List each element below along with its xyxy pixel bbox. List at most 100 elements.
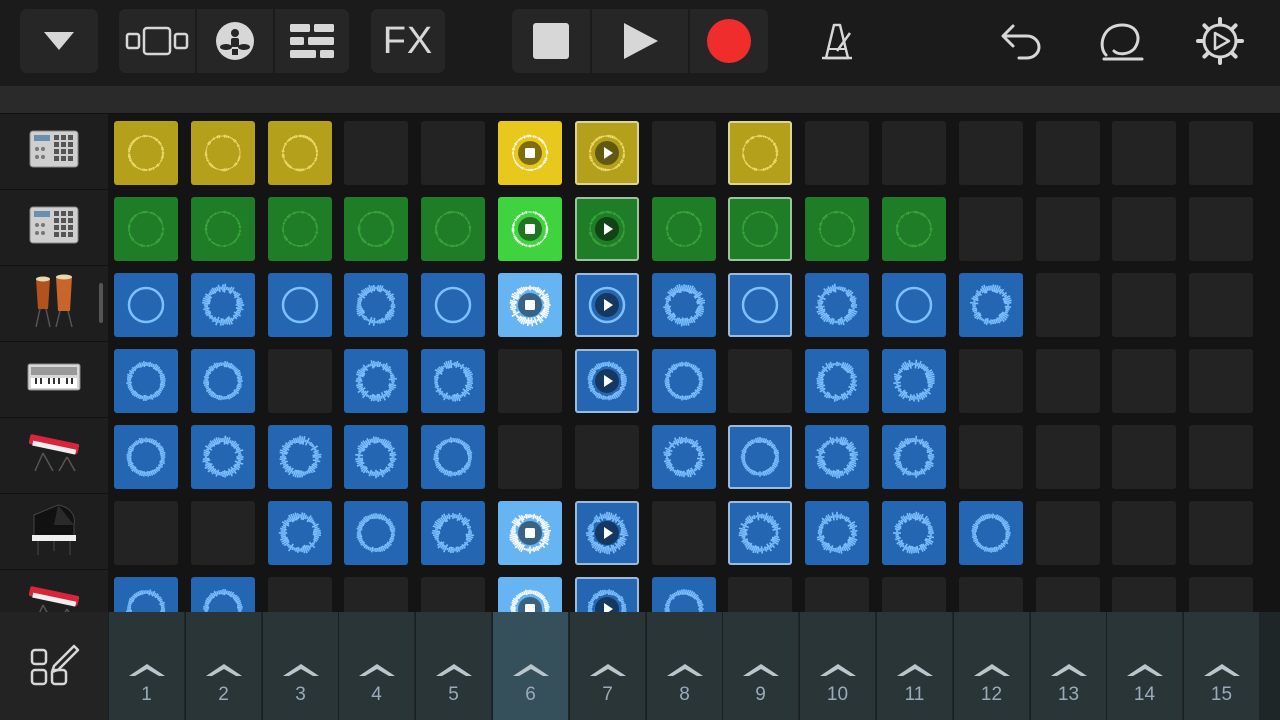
column-trigger-1[interactable]: 1	[108, 612, 184, 720]
blue-loop-cell[interactable]	[575, 501, 639, 565]
empty-cell[interactable]	[1112, 349, 1176, 413]
column-trigger-2[interactable]: 2	[185, 612, 261, 720]
blue-loop-cell[interactable]	[191, 425, 255, 489]
blue-loop-cell[interactable]	[114, 577, 178, 612]
blue-loop-cell[interactable]	[652, 577, 716, 612]
empty-cell[interactable]	[1112, 501, 1176, 565]
empty-cell[interactable]	[1189, 501, 1253, 565]
blue-loop-cell[interactable]	[805, 501, 869, 565]
empty-cell[interactable]	[728, 349, 792, 413]
blue-loop-cell[interactable]	[421, 349, 485, 413]
empty-cell[interactable]	[344, 577, 408, 612]
blue-loop-cell[interactable]	[882, 425, 946, 489]
blue-loop-cell[interactable]	[882, 349, 946, 413]
track-header-beat-sequencer-1[interactable]	[0, 114, 108, 190]
yellow-loop-cell[interactable]	[575, 121, 639, 185]
blue-loop-cell[interactable]	[114, 425, 178, 489]
mixer-button[interactable]	[275, 9, 349, 73]
blue-loop-cell[interactable]	[805, 425, 869, 489]
green-loop-cell[interactable]	[575, 197, 639, 261]
empty-cell[interactable]	[959, 577, 1023, 612]
column-trigger-6[interactable]: 6	[492, 612, 568, 720]
blue-loop-cell[interactable]	[268, 273, 332, 337]
empty-cell[interactable]	[1112, 273, 1176, 337]
empty-cell[interactable]	[1036, 273, 1100, 337]
tracks-view-button[interactable]	[119, 9, 195, 73]
empty-cell[interactable]	[268, 349, 332, 413]
blue-loop-cell[interactable]	[344, 349, 408, 413]
blue-loop-cell[interactable]	[959, 501, 1023, 565]
empty-cell[interactable]	[191, 501, 255, 565]
track-header-beat-sequencer-2[interactable]	[0, 190, 108, 266]
track-header-keyboard-red-2[interactable]	[0, 570, 108, 612]
metronome-button[interactable]	[800, 9, 872, 73]
blue-loop-cell[interactable]	[805, 349, 869, 413]
blue-loop-cell[interactable]	[882, 501, 946, 565]
empty-cell[interactable]	[805, 121, 869, 185]
empty-cell[interactable]	[1189, 425, 1253, 489]
green-loop-cell[interactable]	[114, 197, 178, 261]
column-trigger-12[interactable]: 12	[953, 612, 1029, 720]
blue-loop-cell[interactable]	[421, 273, 485, 337]
edit-cells-button[interactable]	[0, 612, 108, 720]
column-trigger-11[interactable]: 11	[876, 612, 952, 720]
empty-cell[interactable]	[652, 501, 716, 565]
blue-loop-cell[interactable]	[421, 501, 485, 565]
blue-loop-cell[interactable]	[575, 349, 639, 413]
blue-loop-cell[interactable]	[344, 425, 408, 489]
empty-cell[interactable]	[959, 349, 1023, 413]
fx-button[interactable]: FX	[371, 9, 445, 73]
blue-loop-cell[interactable]	[114, 273, 178, 337]
blue-loop-cell[interactable]	[728, 273, 792, 337]
blue-loop-cell[interactable]	[575, 577, 639, 612]
blue-loop-cell[interactable]	[114, 349, 178, 413]
empty-cell[interactable]	[805, 577, 869, 612]
blue-loop-cell[interactable]	[191, 273, 255, 337]
empty-cell[interactable]	[728, 577, 792, 612]
column-trigger-4[interactable]: 4	[338, 612, 414, 720]
empty-cell[interactable]	[268, 577, 332, 612]
green-loop-cell[interactable]	[421, 197, 485, 261]
empty-cell[interactable]	[1189, 197, 1253, 261]
track-header-synth[interactable]	[0, 342, 108, 418]
empty-cell[interactable]	[114, 501, 178, 565]
green-loop-cell[interactable]	[882, 197, 946, 261]
blue-loop-cell[interactable]	[344, 501, 408, 565]
empty-cell[interactable]	[1112, 197, 1176, 261]
green-loop-cell[interactable]	[344, 197, 408, 261]
empty-cell[interactable]	[1036, 577, 1100, 612]
empty-cell[interactable]	[1112, 121, 1176, 185]
blue-loop-cell[interactable]	[498, 273, 562, 337]
green-loop-cell[interactable]	[728, 197, 792, 261]
scroll-indicator[interactable]	[99, 283, 103, 323]
empty-cell[interactable]	[959, 121, 1023, 185]
stop-button[interactable]	[512, 9, 590, 73]
column-trigger-13[interactable]: 13	[1030, 612, 1106, 720]
dropdown-button[interactable]	[20, 9, 98, 73]
empty-cell[interactable]	[1036, 501, 1100, 565]
blue-loop-cell[interactable]	[191, 349, 255, 413]
column-trigger-3[interactable]: 3	[262, 612, 338, 720]
empty-cell[interactable]	[882, 121, 946, 185]
empty-cell[interactable]	[1189, 121, 1253, 185]
column-trigger-14[interactable]: 14	[1106, 612, 1182, 720]
track-header-congas[interactable]	[0, 266, 108, 342]
column-trigger-5[interactable]: 5	[415, 612, 491, 720]
column-trigger-8[interactable]: 8	[646, 612, 722, 720]
empty-cell[interactable]	[1112, 577, 1176, 612]
empty-cell[interactable]	[1036, 425, 1100, 489]
yellow-loop-cell[interactable]	[191, 121, 255, 185]
empty-cell[interactable]	[421, 577, 485, 612]
column-trigger-10[interactable]: 10	[799, 612, 875, 720]
empty-cell[interactable]	[1036, 197, 1100, 261]
column-trigger-9[interactable]: 9	[722, 612, 798, 720]
blue-loop-cell[interactable]	[344, 273, 408, 337]
yellow-loop-cell[interactable]	[268, 121, 332, 185]
blue-loop-cell[interactable]	[498, 577, 562, 612]
blue-loop-cell[interactable]	[959, 273, 1023, 337]
empty-cell[interactable]	[652, 121, 716, 185]
column-trigger-7[interactable]: 7	[569, 612, 645, 720]
green-loop-cell[interactable]	[268, 197, 332, 261]
blue-loop-cell[interactable]	[575, 273, 639, 337]
blue-loop-cell[interactable]	[652, 425, 716, 489]
